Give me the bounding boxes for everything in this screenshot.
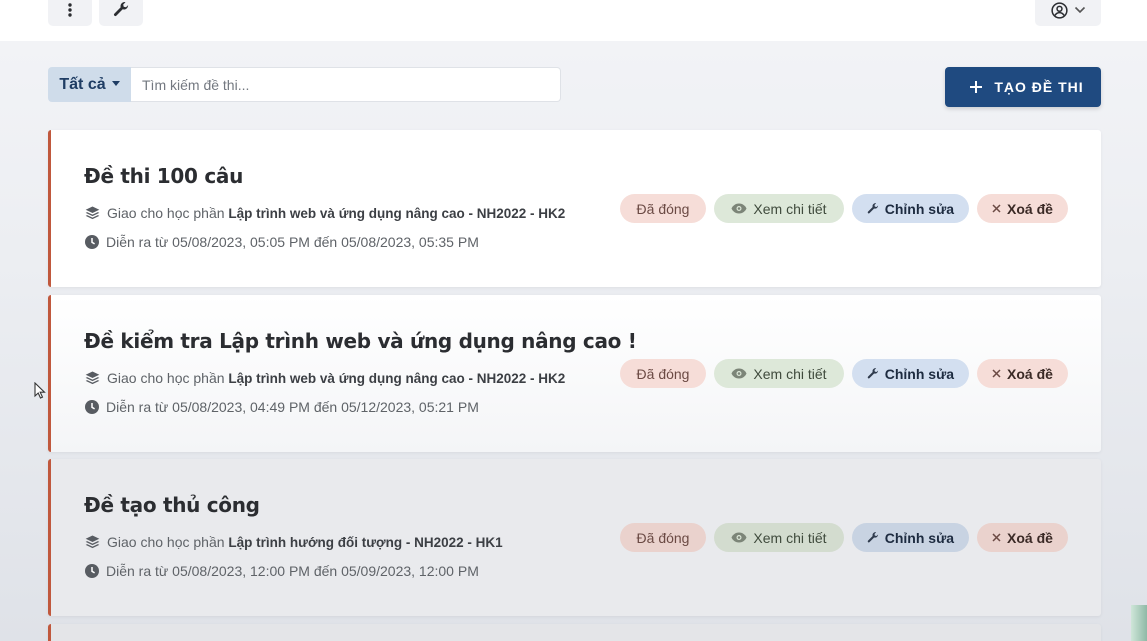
- exam-title[interactable]: Đề thi 100 câu: [84, 164, 243, 188]
- view-details-label: Xem chi tiết: [753, 200, 827, 217]
- exam-time: Diễn ra từ 05/08/2023, 05:05 PM đến 05/0…: [106, 234, 479, 250]
- exam-course: Lập trình web và ứng dụng nâng cao - NH2…: [228, 371, 566, 386]
- delete-label: Xoá đề: [1007, 529, 1053, 546]
- edit-button[interactable]: Chỉnh sửa: [852, 359, 969, 388]
- clock-icon: [85, 564, 99, 578]
- caret-down-icon: [111, 81, 120, 86]
- delete-button[interactable]: Xoá đề: [977, 523, 1068, 552]
- create-exam-label: TẠO ĐỀ THI: [994, 79, 1084, 95]
- wrench-icon: [867, 367, 879, 378]
- exam-time: Diễn ra từ 05/08/2023, 04:49 PM đến 05/1…: [106, 399, 479, 415]
- more-options-button[interactable]: [48, 0, 92, 26]
- eye-icon: [731, 368, 747, 379]
- status-label: Đã đóng: [636, 529, 690, 546]
- view-details-button[interactable]: Xem chi tiết: [714, 359, 844, 388]
- status-badge: Đã đóng: [620, 194, 706, 223]
- view-details-label: Xem chi tiết: [753, 365, 827, 382]
- exam-actions: Đã đóng Xem chi tiết Chỉnh sửa Xoá đề: [620, 194, 1068, 223]
- exam-card: Đề tạo thủ công Giao cho học phần Lập tr…: [48, 459, 1101, 616]
- clock-icon: [85, 235, 99, 249]
- close-icon: [992, 204, 1001, 213]
- wrench-icon: [113, 2, 129, 17]
- close-icon: [992, 369, 1001, 378]
- search-bar: Tất cả: [48, 67, 561, 102]
- exam-time: Diễn ra từ 05/08/2023, 12:00 PM đến 05/0…: [106, 563, 479, 579]
- assigned-prefix: Giao cho học phần: [107, 205, 225, 221]
- delete-label: Xoá đề: [1007, 200, 1053, 217]
- view-details-button[interactable]: Xem chi tiết: [714, 194, 844, 223]
- exam-time-line: Diễn ra từ 05/08/2023, 12:00 PM đến 05/0…: [85, 563, 479, 579]
- wrench-icon: [867, 202, 879, 213]
- status-label: Đã đóng: [636, 365, 690, 382]
- user-menu-button[interactable]: [1035, 0, 1101, 26]
- wrench-icon: [867, 531, 879, 542]
- exam-actions: Đã đóng Xem chi tiết Chỉnh sửa Xoá đề: [620, 359, 1068, 388]
- filter-dropdown[interactable]: Tất cả: [48, 67, 131, 102]
- eye-icon: [731, 532, 747, 543]
- exam-course: Lập trình web và ứng dụng nâng cao - NH2…: [228, 206, 566, 221]
- exam-time-line: Diễn ra từ 05/08/2023, 05:05 PM đến 05/0…: [85, 234, 479, 250]
- mouse-cursor-icon: [34, 382, 46, 399]
- create-exam-button[interactable]: TẠO ĐỀ THI: [945, 67, 1101, 107]
- edit-label: Chỉnh sửa: [884, 200, 954, 217]
- clock-icon: [85, 400, 99, 414]
- edit-button[interactable]: Chỉnh sửa: [852, 194, 969, 223]
- filter-selected-label: Tất cả: [59, 75, 106, 93]
- search-input[interactable]: [131, 67, 561, 102]
- view-details-button[interactable]: Xem chi tiết: [714, 523, 844, 552]
- eye-icon: [731, 203, 747, 214]
- user-circle-icon: [1050, 1, 1068, 19]
- exam-title[interactable]: Đề kiểm tra Lập trình web và ứng dụng nâ…: [84, 329, 637, 353]
- exam-actions: Đã đóng Xem chi tiết Chỉnh sửa Xoá đề: [620, 523, 1068, 552]
- exam-title[interactable]: Đề tạo thủ công: [84, 493, 260, 517]
- exam-card-partial: [48, 624, 1101, 641]
- layers-icon: [85, 535, 100, 549]
- exam-course-line: Giao cho học phần Lập trình web và ứng d…: [85, 370, 565, 386]
- exam-card: Đề kiểm tra Lập trình web và ứng dụng nâ…: [48, 295, 1101, 452]
- view-details-label: Xem chi tiết: [753, 529, 827, 546]
- status-badge: Đã đóng: [620, 523, 706, 552]
- delete-button[interactable]: Xoá đề: [977, 359, 1068, 388]
- exam-course-line: Giao cho học phần Lập trình web và ứng d…: [85, 205, 565, 221]
- layers-icon: [85, 206, 100, 220]
- exam-course: Lập trình hướng đối tượng - NH2022 - HK1: [228, 535, 503, 550]
- status-label: Đã đóng: [636, 200, 690, 217]
- assigned-prefix: Giao cho học phần: [107, 370, 225, 386]
- chevron-down-icon: [1074, 6, 1085, 14]
- corner-thumbnail: [1131, 605, 1147, 641]
- delete-label: Xoá đề: [1007, 365, 1053, 382]
- plus-icon: [970, 81, 982, 93]
- edit-label: Chỉnh sửa: [884, 529, 954, 546]
- layers-icon: [85, 371, 100, 385]
- tools-button[interactable]: [99, 0, 143, 26]
- edit-label: Chỉnh sửa: [884, 365, 954, 382]
- exam-time-line: Diễn ra từ 05/08/2023, 04:49 PM đến 05/1…: [85, 399, 479, 415]
- status-badge: Đã đóng: [620, 359, 706, 388]
- exam-course-line: Giao cho học phần Lập trình hướng đối tư…: [85, 534, 503, 550]
- assigned-prefix: Giao cho học phần: [107, 534, 225, 550]
- kebab-vertical-icon: [68, 3, 72, 17]
- delete-button[interactable]: Xoá đề: [977, 194, 1068, 223]
- top-bar: [0, 0, 1147, 41]
- exam-card: Đề thi 100 câu Giao cho học phần Lập trì…: [48, 130, 1101, 287]
- edit-button[interactable]: Chỉnh sửa: [852, 523, 969, 552]
- close-icon: [992, 533, 1001, 542]
